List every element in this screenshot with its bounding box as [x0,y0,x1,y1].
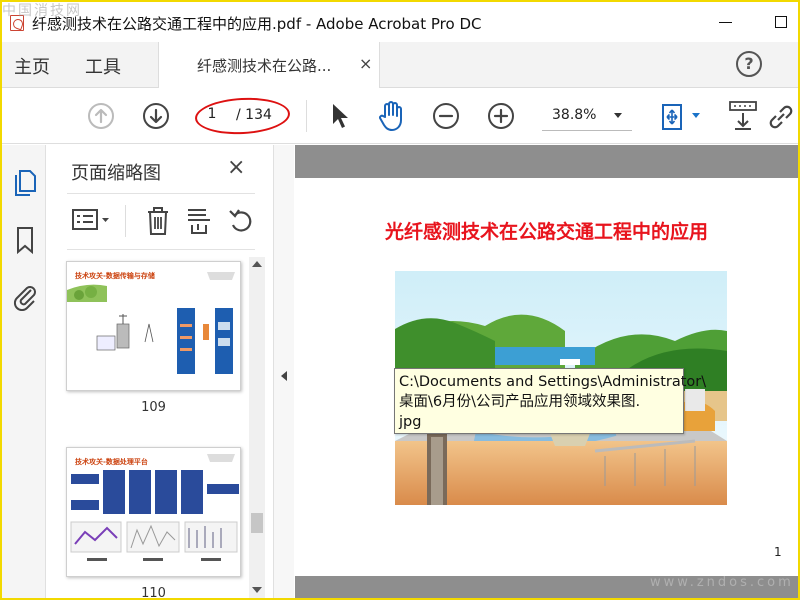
plus-icon [493,108,509,124]
zoom-underline [542,130,632,131]
help-icon[interactable]: ? [736,51,762,77]
bookmark-icon[interactable] [14,225,36,255]
image-path-tooltip: C:\Documents and Settings\Administrator\… [394,368,706,434]
zoom-out-button[interactable] [433,103,459,129]
toolbar: 1 / 134 38.8% [2,88,798,144]
zoom-in-button[interactable] [488,103,514,129]
thumbnail-title: 技术攻关-数据传输与存储 [75,272,155,280]
red-highlight-ellipse [194,95,291,137]
watermark-top-left: 中国消技网 [2,3,82,19]
thumbnail-title: 技术攻关-数据处理平台 [75,458,148,466]
thumbnail-image [67,262,240,390]
navigation-rail [2,145,46,598]
extract-pages-icon[interactable] [184,205,214,237]
scroll-up-arrow-icon[interactable] [252,261,262,267]
divider [67,193,255,194]
thumbnail-page-number: 109 [141,400,166,415]
panel-title: 页面缩略图 [71,163,161,184]
panel-collapse-gutter[interactable] [273,145,294,598]
toolbar-separator [125,205,126,237]
zoom-level-select[interactable]: 38.8% [552,107,596,123]
maximize-button[interactable] [775,16,787,28]
document-heading: 光纤感测技术在公路交通工程中的应用 [384,221,708,243]
select-cursor-icon[interactable] [330,102,350,130]
document-tab-label: 纤感测技术在公路... [197,57,332,75]
hand-tool-icon[interactable] [376,100,406,132]
scroll-down-arrow-icon[interactable] [252,587,262,593]
page-thumbnails-panel: 页面缩略图 × 技术攻关-数据传输与存储 109 技术攻关-数据处理平台 110 [47,145,273,600]
menu-tab-bar: 主页 工具 纤感测技术在公路... × ? [2,42,798,88]
minimize-button[interactable] [719,22,732,23]
window-title: 纤感测技术在公路交通工程中的应用.pdf - Adobe Acrobat Pro… [32,15,482,33]
previous-page-button[interactable] [88,103,114,129]
toolbar-separator [306,100,307,132]
paperclip-icon[interactable] [12,281,38,311]
next-page-button[interactable] [143,103,169,129]
thumbnail-image [67,448,240,576]
divider [67,249,255,250]
rotate-icon[interactable] [227,205,257,237]
document-tab[interactable]: 纤感测技术在公路... × [158,42,380,88]
chevron-down-icon[interactable] [692,113,700,118]
chevron-down-icon[interactable] [614,113,622,118]
scrollbar-thumb[interactable] [251,513,263,533]
arrow-down-icon [149,108,163,124]
page-footer-number: 1 [774,545,782,559]
thumbnail-scrollbar[interactable] [249,257,265,598]
close-tab-button[interactable]: × [359,54,372,73]
page-fit-icon[interactable] [658,102,688,132]
minus-icon [438,114,454,118]
thumbnail-options-icon[interactable] [71,205,113,235]
link-icon[interactable] [766,102,796,132]
watermark-bottom-right: www.zndos.com [650,575,794,590]
page-thumbnail[interactable]: 技术攻关-数据传输与存储 [66,261,241,391]
collapse-left-arrow-icon[interactable] [281,371,287,381]
trash-icon[interactable] [143,205,173,237]
arrow-up-icon [94,108,108,124]
title-bar: 纤感测技术在公路交通工程中的应用.pdf - Adobe Acrobat Pro… [2,2,798,42]
page-thumbnail[interactable]: 技术攻关-数据处理平台 [66,447,241,577]
tab-home[interactable]: 主页 [14,53,50,79]
read-mode-icon[interactable] [728,100,758,132]
page-thumbnails-icon[interactable] [12,167,38,197]
tab-tools[interactable]: 工具 [85,53,121,79]
close-panel-button[interactable]: × [227,155,245,180]
thumbnail-page-number: 110 [141,586,166,600]
